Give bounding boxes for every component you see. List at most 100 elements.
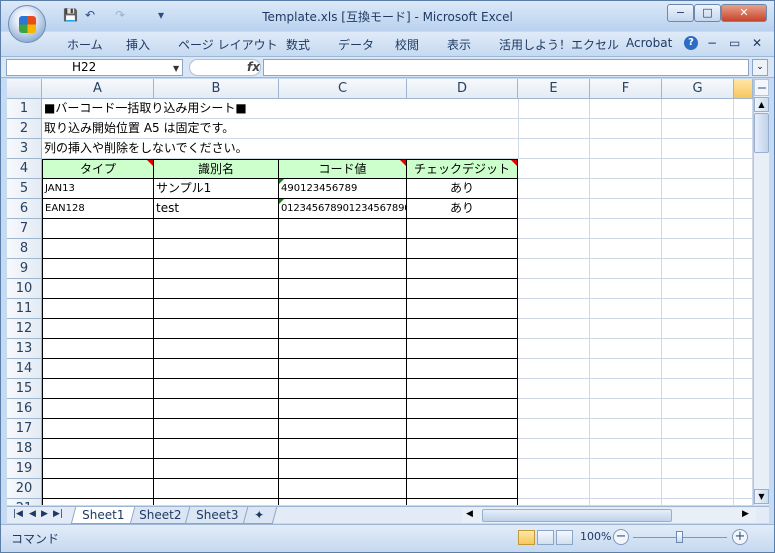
grid-cell[interactable]: [518, 359, 590, 379]
grid-cell[interactable]: [590, 279, 662, 299]
grid-cell[interactable]: [734, 419, 753, 439]
grid-cell[interactable]: [518, 339, 590, 359]
grid-cell[interactable]: [590, 259, 662, 279]
grid-cell[interactable]: [518, 99, 590, 119]
table-cell[interactable]: [42, 259, 154, 279]
grid-cell[interactable]: [590, 99, 662, 119]
table-cell[interactable]: [42, 439, 154, 459]
table-cell[interactable]: [42, 239, 154, 259]
zoom-out-button[interactable]: −: [613, 529, 629, 545]
cell-c6[interactable]: 01234567890123456789012345: [279, 199, 441, 219]
table-cell[interactable]: [279, 379, 407, 399]
grid-cell[interactable]: [518, 219, 590, 239]
grid-cell[interactable]: [590, 199, 662, 219]
insert-function-icon[interactable]: fx: [247, 60, 260, 74]
row-header[interactable]: 21: [7, 499, 42, 505]
row-header[interactable]: 8: [7, 239, 42, 259]
column-header-d[interactable]: D: [407, 79, 518, 99]
grid-cell[interactable]: [518, 279, 590, 299]
cell-a2[interactable]: 取り込み開始位置 A5 は固定です。: [42, 119, 422, 139]
grid-cell[interactable]: [590, 179, 662, 199]
scroll-thumb[interactable]: [754, 113, 769, 153]
grid-cell[interactable]: [590, 459, 662, 479]
grid-cell[interactable]: [662, 419, 734, 439]
grid-cell[interactable]: [590, 499, 662, 505]
zoom-slider-thumb[interactable]: [676, 531, 683, 543]
row-header[interactable]: 7: [7, 219, 42, 239]
row-header[interactable]: 14: [7, 359, 42, 379]
table-cell[interactable]: [279, 339, 407, 359]
grid-cell[interactable]: [518, 179, 590, 199]
table-cell[interactable]: [407, 459, 518, 479]
cell-a3[interactable]: 列の挿入や削除をしないでください。: [42, 139, 422, 159]
table-cell[interactable]: [42, 359, 154, 379]
scroll-up-icon[interactable]: ▲: [754, 97, 769, 112]
grid-cell[interactable]: [662, 199, 734, 219]
table-cell[interactable]: [407, 379, 518, 399]
grid-cell[interactable]: [518, 319, 590, 339]
grid-cell[interactable]: [662, 379, 734, 399]
grid-cell[interactable]: [662, 299, 734, 319]
grid-cell[interactable]: [662, 359, 734, 379]
header-cell-check-digit[interactable]: チェックデジット: [407, 159, 518, 179]
table-cell[interactable]: [407, 499, 518, 505]
ribbon-close-button[interactable]: ✕: [752, 36, 762, 50]
grid-cell[interactable]: [422, 119, 519, 139]
help-icon[interactable]: ?: [684, 36, 698, 50]
grid-cell[interactable]: [590, 299, 662, 319]
table-cell[interactable]: [154, 259, 279, 279]
row-header[interactable]: 19: [7, 459, 42, 479]
grid-cell[interactable]: [518, 119, 590, 139]
grid-cell[interactable]: [518, 459, 590, 479]
grid-cell[interactable]: [662, 159, 734, 179]
office-button[interactable]: [8, 5, 46, 43]
table-cell[interactable]: [407, 479, 518, 499]
next-sheet-icon[interactable]: ▶: [41, 509, 48, 519]
table-cell[interactable]: [42, 499, 154, 505]
table-cell[interactable]: [154, 419, 279, 439]
grid-cell[interactable]: [590, 319, 662, 339]
column-header-h[interactable]: [734, 79, 753, 99]
table-cell[interactable]: [154, 299, 279, 319]
vertical-scrollbar[interactable]: ▲ ▼: [753, 79, 769, 505]
grid-cell[interactable]: [734, 439, 753, 459]
cell-a5[interactable]: JAN13: [42, 179, 154, 199]
table-cell[interactable]: [279, 219, 407, 239]
cell-b6[interactable]: test: [154, 199, 279, 219]
table-cell[interactable]: [279, 299, 407, 319]
row-header[interactable]: 3: [7, 139, 42, 159]
table-cell[interactable]: [279, 239, 407, 259]
table-cell[interactable]: [154, 359, 279, 379]
column-header-f[interactable]: F: [590, 79, 662, 99]
table-cell[interactable]: [42, 379, 154, 399]
row-header[interactable]: 20: [7, 479, 42, 499]
grid-cell[interactable]: [518, 159, 590, 179]
tab-formulas[interactable]: 数式: [286, 36, 310, 53]
table-cell[interactable]: [279, 419, 407, 439]
grid-cell[interactable]: [662, 399, 734, 419]
grid-cell[interactable]: [662, 139, 734, 159]
table-cell[interactable]: [279, 259, 407, 279]
grid-cell[interactable]: [662, 259, 734, 279]
table-cell[interactable]: [154, 319, 279, 339]
grid-cell[interactable]: [590, 119, 662, 139]
table-cell[interactable]: [279, 439, 407, 459]
header-cell-identifier[interactable]: 識別名: [154, 159, 279, 179]
grid-cell[interactable]: [518, 419, 590, 439]
row-header[interactable]: 15: [7, 379, 42, 399]
table-cell[interactable]: [42, 319, 154, 339]
row-header[interactable]: 5: [7, 179, 42, 199]
prev-sheet-icon[interactable]: ◀: [29, 509, 36, 519]
table-cell[interactable]: [154, 499, 279, 505]
scroll-thumb[interactable]: [482, 509, 672, 522]
scroll-down-icon[interactable]: ▼: [754, 489, 769, 504]
grid-cell[interactable]: [662, 479, 734, 499]
grid-cell[interactable]: [734, 179, 753, 199]
row-header[interactable]: 11: [7, 299, 42, 319]
grid-cell[interactable]: [590, 359, 662, 379]
header-cell-type[interactable]: タイプ: [42, 159, 154, 179]
table-cell[interactable]: [42, 459, 154, 479]
column-header-b[interactable]: B: [154, 79, 279, 99]
table-cell[interactable]: [42, 419, 154, 439]
grid-cell[interactable]: [590, 159, 662, 179]
